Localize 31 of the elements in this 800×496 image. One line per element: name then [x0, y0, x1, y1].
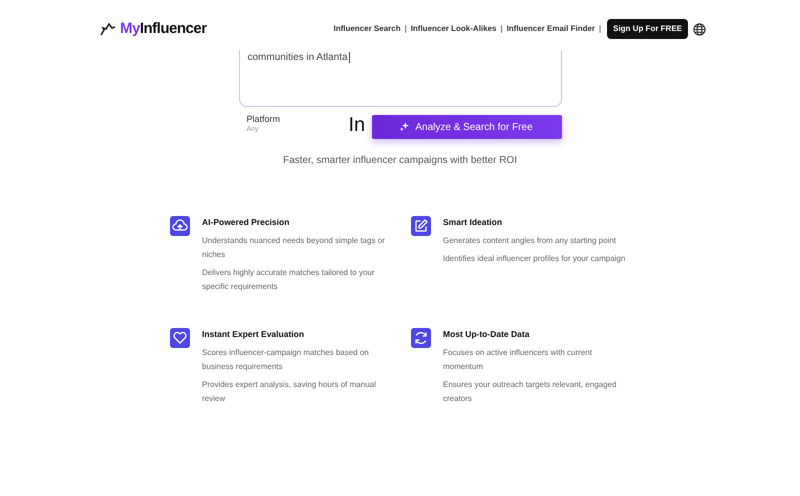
feature-point: Ensures your outreach targets relevant, engaged creators: [443, 378, 618, 404]
feature-title: Instant Expert Evaluation: [202, 328, 306, 340]
feature-point: Understands nuanced needs beyond simple tags or niches: [202, 234, 386, 261]
nav-separator: |: [404, 23, 407, 35]
nav-link[interactable]: Influencer Email Finder: [506, 23, 596, 35]
logo-icon: [100, 22, 116, 36]
feature-point: Identifies ideal influencer profiles for your campaign: [443, 252, 626, 265]
analyze-search-button[interactable]: Analyze & Search for Free: [372, 115, 562, 139]
nav-link[interactable]: Influencer Search: [333, 23, 401, 35]
heading-text: In: [348, 115, 366, 135]
nav-separator: |: [500, 23, 503, 35]
feature-point: Scores influencer-campaign matches based on business requirements: [202, 346, 370, 373]
description-textarea[interactable]: communities in Atlanta: [238, 50, 562, 107]
feature-title: Most Up-to-Date Data: [443, 328, 530, 340]
cloud-upload-icon: [170, 216, 190, 236]
signup-button[interactable]: Sign Up For FREE: [607, 19, 688, 39]
feature-point: Provides expert analysis, saving hours of manual review: [202, 378, 377, 404]
logo[interactable]: MyInfluencer: [120, 18, 207, 40]
nav-link[interactable]: Influencer Look-Alikes: [410, 23, 496, 35]
globe-icon[interactable]: [693, 22, 706, 36]
feature-point: Focuses on active influencers with current momentum: [443, 346, 593, 372]
feature-title: Smart Ideation: [443, 216, 504, 229]
edit-icon: [411, 216, 431, 236]
platform-label: Platform: [246, 115, 282, 125]
nav-separator: |: [599, 23, 602, 35]
feature-point: Generates content angles from any starting point: [443, 234, 617, 247]
refresh-icon: [411, 328, 431, 348]
sparkle-icon: [400, 122, 410, 130]
feature-point: Delivers highly accurate matches tailored to your specific requirements: [202, 266, 376, 293]
feature-title: AI-Powered Precision: [202, 216, 290, 229]
subtitle: Faster, smarter influencer campaigns with better ROI: [282, 154, 518, 168]
